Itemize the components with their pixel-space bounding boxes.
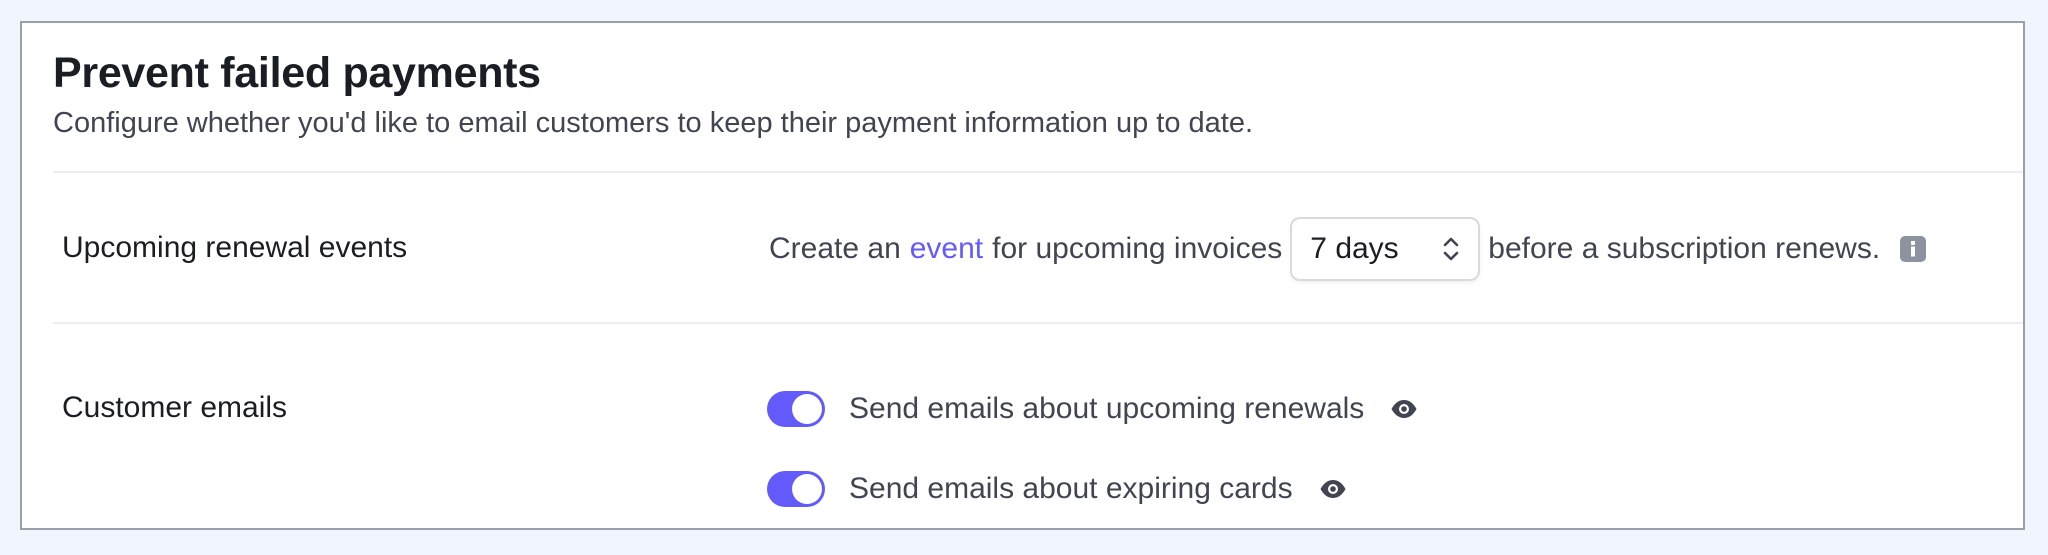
event-link[interactable]: event [910, 232, 983, 266]
eye-icon[interactable] [1390, 399, 1418, 419]
renewal-text-middle: for upcoming invoices [992, 232, 1283, 265]
upcoming-renewals-label: Send emails about upcoming renewals [849, 392, 1365, 425]
upcoming-renewals-toggle[interactable] [767, 391, 825, 427]
section-divider [53, 322, 2023, 324]
renewal-days-select[interactable]: 7 days [1290, 217, 1481, 281]
info-icon[interactable] [1900, 236, 1927, 262]
expiring-cards-label: Send emails about expiring cards [849, 472, 1293, 505]
toggle-knob [792, 394, 822, 424]
renewal-text-after: before a subscription renews. [1488, 232, 1881, 265]
eye-icon[interactable] [1319, 479, 1347, 499]
renewal-events-setting: Create an event for upcoming invoices 7 … [769, 217, 1927, 281]
toggle-knob [792, 474, 822, 504]
renewal-text-before: Create an [769, 232, 901, 265]
toggle-row-expiring-cards: Send emails about expiring cards [767, 469, 1347, 509]
customer-emails-label: Customer emails [62, 391, 288, 424]
renewal-events-label: Upcoming renewal events [62, 231, 408, 264]
page-subtitle: Configure whether you'd like to email cu… [53, 107, 1254, 139]
chevron-up-down-icon [1442, 234, 1460, 264]
toggle-row-upcoming-renewals: Send emails about upcoming renewals [767, 389, 1418, 429]
settings-panel: Prevent failed payments Configure whethe… [20, 21, 2025, 530]
expiring-cards-toggle[interactable] [767, 471, 825, 507]
section-divider [53, 171, 2023, 173]
page-title: Prevent failed payments [53, 49, 541, 97]
renewal-days-value: 7 days [1310, 232, 1399, 265]
